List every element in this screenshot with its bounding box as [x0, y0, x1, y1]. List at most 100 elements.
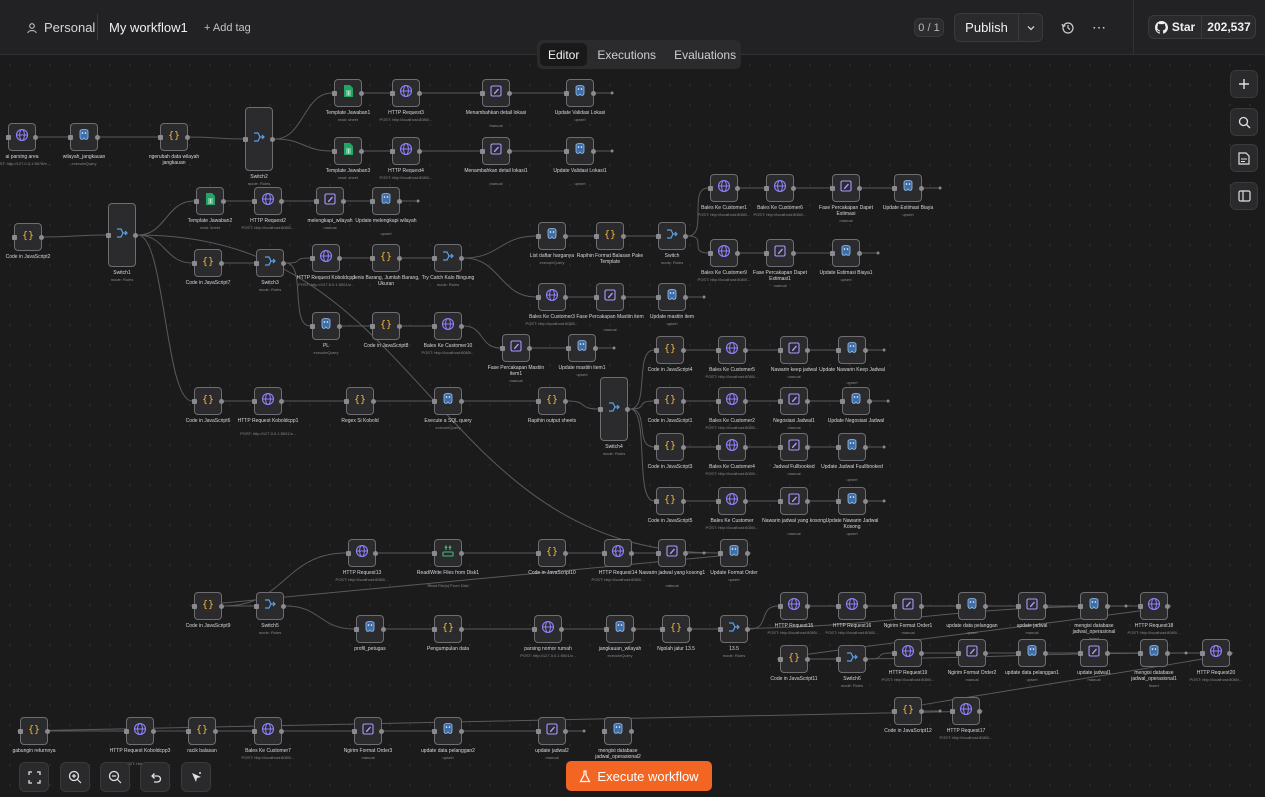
output-port[interactable]	[39, 234, 44, 240]
input-port[interactable]	[778, 444, 783, 450]
input-port[interactable]	[654, 444, 659, 450]
input-port[interactable]	[310, 255, 315, 261]
output-port[interactable]	[863, 603, 868, 609]
input-port[interactable]	[656, 233, 661, 239]
execute-workflow-button[interactable]: Execute workflow	[566, 761, 712, 791]
output-port[interactable]	[1043, 650, 1048, 656]
input-port[interactable]	[956, 603, 961, 609]
input-port[interactable]	[370, 198, 375, 204]
input-port[interactable]	[594, 294, 599, 300]
node-update-negosiasi-jadwal[interactable]	[840, 387, 872, 415]
input-port[interactable]	[654, 398, 659, 404]
tidy-up-button[interactable]	[181, 762, 211, 792]
output-port[interactable]	[459, 626, 464, 632]
output-port[interactable]	[805, 603, 810, 609]
input-port[interactable]	[656, 550, 661, 556]
output-port[interactable]	[805, 656, 810, 662]
input-port[interactable]	[252, 398, 257, 404]
output-port[interactable]	[983, 650, 988, 656]
node-code-in-javascript5[interactable]: {}	[654, 487, 686, 515]
output-port[interactable]	[397, 198, 402, 204]
output-port[interactable]	[743, 444, 748, 450]
workflow-name[interactable]: My workflow1	[109, 0, 188, 55]
node-template-jawaban3[interactable]	[332, 137, 364, 165]
wire[interactable]	[43, 234, 107, 238]
node-ngirim-format-order1[interactable]	[892, 592, 924, 620]
input-port[interactable]	[192, 398, 197, 404]
output-port[interactable]	[279, 728, 284, 734]
node-switch2[interactable]	[243, 107, 275, 171]
output-port[interactable]	[563, 550, 568, 556]
output-port[interactable]	[735, 250, 740, 256]
node-update-mastiin-item[interactable]	[656, 283, 688, 311]
output-port[interactable]	[743, 398, 748, 404]
node-gabungin-returnnya[interactable]: {}	[18, 717, 50, 745]
output-port[interactable]	[857, 185, 862, 191]
node-http-request2[interactable]	[252, 187, 284, 215]
input-port[interactable]	[778, 498, 783, 504]
node-nawarin-keep-jadwal[interactable]	[778, 336, 810, 364]
wire[interactable]	[17, 710, 983, 732]
input-port[interactable]	[598, 406, 603, 412]
wire-end-dot[interactable]	[1124, 604, 1128, 608]
input-port[interactable]	[192, 603, 197, 609]
input-port[interactable]	[1078, 603, 1083, 609]
input-port[interactable]	[654, 498, 659, 504]
input-port[interactable]	[956, 650, 961, 656]
output-port[interactable]	[863, 656, 868, 662]
output-port[interactable]	[563, 233, 568, 239]
input-port[interactable]	[566, 345, 571, 351]
output-port[interactable]	[681, 398, 686, 404]
output-port[interactable]	[281, 603, 286, 609]
output-port[interactable]	[681, 444, 686, 450]
output-port[interactable]	[593, 345, 598, 351]
output-port[interactable]	[1043, 603, 1048, 609]
node-code-in-javascript9[interactable]: {}	[192, 592, 224, 620]
wire-end-dot[interactable]	[938, 709, 942, 713]
output-port[interactable]	[745, 626, 750, 632]
input-port[interactable]	[716, 398, 721, 404]
node-switch5[interactable]	[254, 592, 286, 620]
wire[interactable]	[137, 234, 193, 402]
output-port[interactable]	[559, 626, 564, 632]
output-port[interactable]	[683, 294, 688, 300]
wire-end-dot[interactable]	[1184, 651, 1188, 655]
input-port[interactable]	[950, 708, 955, 714]
output-port[interactable]	[1165, 650, 1170, 656]
input-port[interactable]	[656, 294, 661, 300]
input-port[interactable]	[6, 134, 11, 140]
output-port[interactable]	[629, 550, 634, 556]
wire[interactable]	[189, 136, 244, 140]
output-port[interactable]	[625, 406, 630, 412]
breadcrumb-workspace[interactable]: Personal	[26, 0, 95, 55]
node-bales-ke-customer5[interactable]	[716, 336, 748, 364]
input-port[interactable]	[840, 398, 845, 404]
node-pengumpulan-data[interactable]: {}	[432, 615, 464, 643]
input-port[interactable]	[186, 728, 191, 734]
input-port[interactable]	[892, 650, 897, 656]
output-port[interactable]	[919, 708, 924, 714]
output-port[interactable]	[919, 603, 924, 609]
wire[interactable]	[285, 257, 311, 264]
input-port[interactable]	[716, 444, 721, 450]
node-bales-ke-customer3[interactable]	[536, 283, 568, 311]
workflow-canvas[interactable]: ai parsing areaPOST: http://127.0.0.1:56…	[0, 55, 1265, 797]
node-update-nawarin-keep-jadwal[interactable]	[836, 336, 868, 364]
output-port[interactable]	[805, 347, 810, 353]
node-update-jadwal2[interactable]	[536, 717, 568, 745]
node-switch1[interactable]	[106, 203, 138, 267]
output-port[interactable]	[371, 398, 376, 404]
output-port[interactable]	[735, 185, 740, 191]
node-mengisi-database-jadwal-operasional1[interactable]	[1138, 639, 1170, 667]
wire-end-dot[interactable]	[610, 91, 614, 95]
node-rapihin-output-sheets[interactable]: {}	[536, 387, 568, 415]
node-bales-ke-customer6[interactable]	[764, 174, 796, 202]
input-port[interactable]	[564, 148, 569, 154]
input-port[interactable]	[778, 603, 783, 609]
node-fase-percakapan-mastiin-item1[interactable]	[500, 334, 532, 362]
node-melengkapi-wilayah[interactable]	[314, 187, 346, 215]
input-port[interactable]	[1016, 650, 1021, 656]
node-wilayah-jangkauan[interactable]	[68, 123, 100, 151]
node-code-in-javascript3[interactable]: {}	[654, 433, 686, 461]
node-code-in-javascript6[interactable]: {}	[192, 387, 224, 415]
